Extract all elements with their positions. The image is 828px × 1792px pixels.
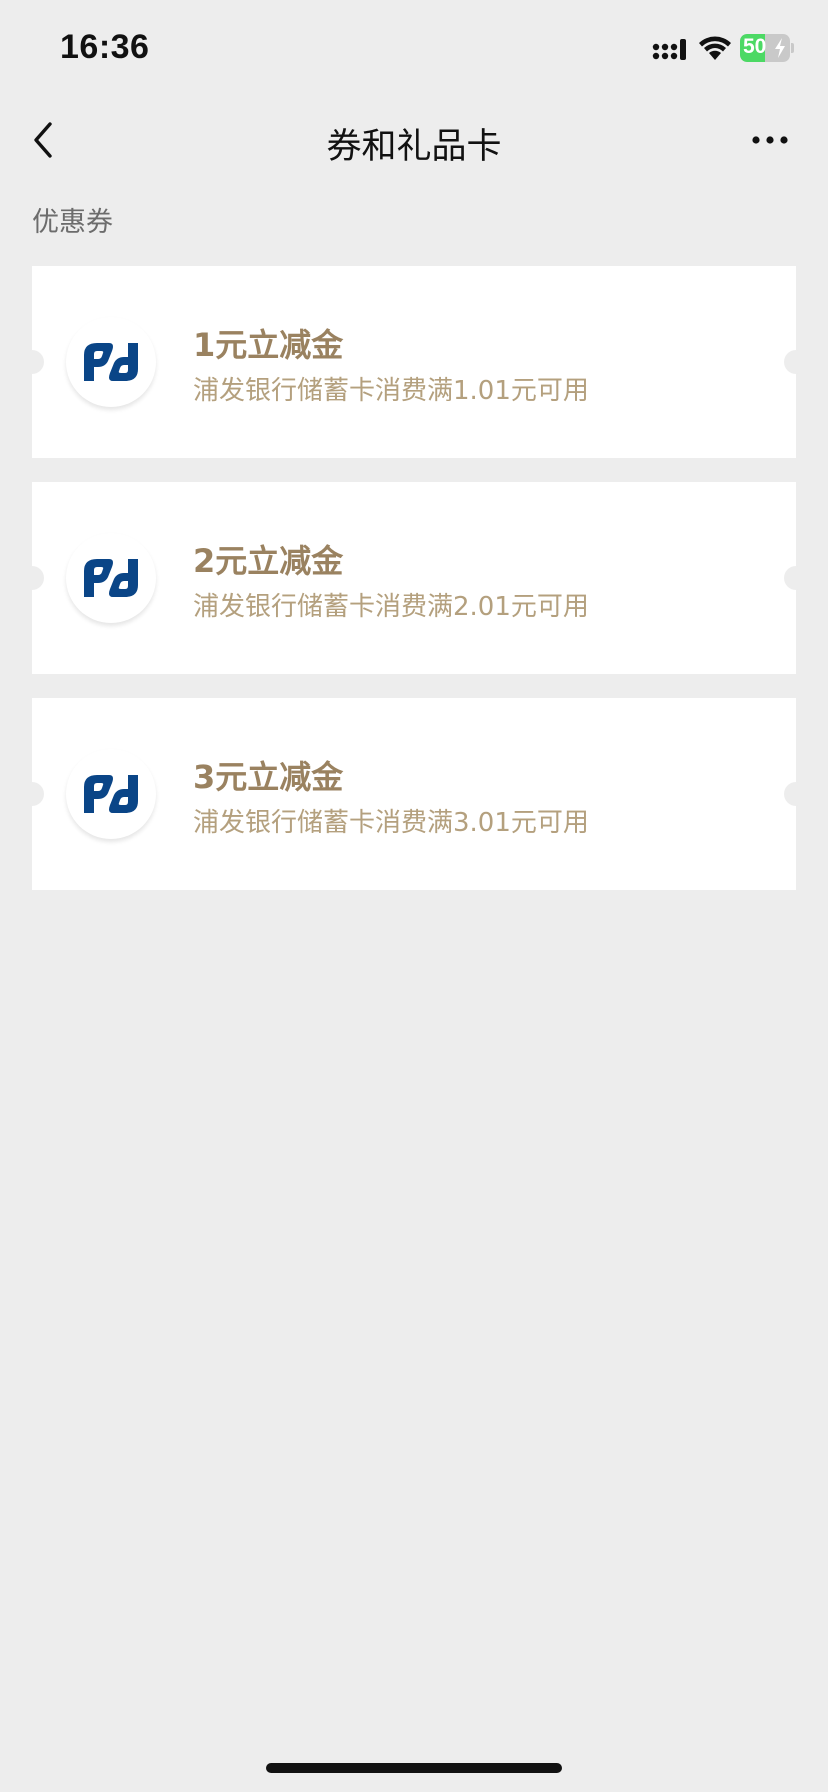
more-dots-icon[interactable] — [750, 130, 790, 150]
spdb-bank-logo-icon — [84, 775, 138, 813]
coupon-notch-left — [20, 566, 44, 590]
signal-icon — [652, 39, 686, 60]
coupon-list: 1元立减金 浦发银行储蓄卡消费满1.01元可用 2元立减金 浦发银行储蓄卡消费满… — [20, 266, 808, 914]
coupon-card[interactable]: 1元立减金 浦发银行储蓄卡消费满1.01元可用 — [20, 266, 808, 458]
coupon-notch-left — [20, 350, 44, 374]
status-time: 16:36 — [60, 28, 150, 66]
coupon-title: 3元立减金 — [193, 758, 344, 796]
section-label-coupons: 优惠券 — [32, 207, 113, 238]
coupon-card[interactable]: 2元立减金 浦发银行储蓄卡消费满2.01元可用 — [20, 482, 808, 674]
nav-bar: 券和礼品卡 — [0, 96, 828, 184]
charging-bolt-icon — [775, 38, 785, 58]
coupon-notch-right — [784, 350, 808, 374]
coupon-title: 1元立减金 — [193, 326, 344, 364]
bank-logo — [66, 317, 156, 407]
bank-logo — [66, 749, 156, 839]
spdb-bank-logo-icon — [84, 343, 138, 381]
battery-percent: 50 — [743, 35, 767, 58]
coupon-notch-right — [784, 782, 808, 806]
wifi-icon — [699, 36, 731, 60]
home-indicator[interactable] — [266, 1763, 562, 1773]
page-title: 券和礼品卡 — [326, 127, 502, 167]
status-bar: 16:36 50 — [0, 0, 828, 96]
coupon-title: 2元立减金 — [193, 542, 344, 580]
coupon-card[interactable]: 3元立减金 浦发银行储蓄卡消费满3.01元可用 — [20, 698, 808, 890]
battery-icon: 50 — [740, 34, 794, 62]
coupon-notch-left — [20, 782, 44, 806]
coupon-description: 浦发银行储蓄卡消费满1.01元可用 — [193, 376, 589, 406]
coupon-description: 浦发银行储蓄卡消费满2.01元可用 — [193, 592, 589, 622]
coupon-notch-right — [784, 566, 808, 590]
bank-logo — [66, 533, 156, 623]
coupon-description: 浦发银行储蓄卡消费满3.01元可用 — [193, 808, 589, 838]
spdb-bank-logo-icon — [84, 559, 138, 597]
